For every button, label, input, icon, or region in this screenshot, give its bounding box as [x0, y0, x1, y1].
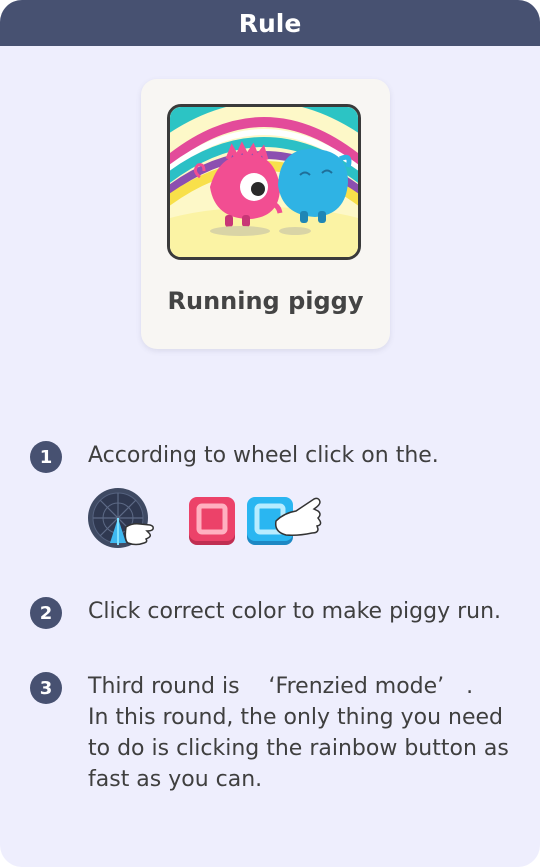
step-text-line: Third round is ‘Frenzied mode’ . — [88, 674, 474, 699]
step-number: 3 — [30, 672, 62, 704]
rule-step-1: 1 According to wheel click on the. — [30, 441, 439, 473]
step-number: 2 — [30, 597, 62, 629]
rule-step-2: 2 Click correct color to make piggy run. — [30, 597, 501, 629]
game-title: Running piggy — [167, 287, 364, 315]
rule-panel: Rule Running piggy 1 According to wheel … — [0, 0, 540, 867]
rule-header: Rule — [0, 0, 540, 46]
step-text-line: In this round, the only thing you need — [88, 705, 504, 730]
rule-step-3: 3 Third round is ‘Frenzied mode’ . In th… — [30, 672, 509, 795]
red-square-button-icon — [189, 497, 235, 545]
step-text-line: fast as you can. — [88, 767, 263, 792]
step-1-illustration — [86, 487, 326, 559]
step-text: According to wheel click on the. — [88, 443, 439, 468]
step-text: Third round is ‘Frenzied mode’ . In this… — [88, 671, 509, 795]
game-card: Running piggy — [141, 79, 390, 349]
pointing-hand-icon — [124, 523, 154, 546]
step-text: Click correct color to make piggy run. — [88, 599, 502, 624]
step-text-line: to do is clicking the rainbow button as — [88, 736, 509, 761]
step-number: 1 — [30, 441, 62, 473]
rule-title: Rule — [238, 8, 302, 38]
game-thumbnail — [167, 104, 361, 260]
